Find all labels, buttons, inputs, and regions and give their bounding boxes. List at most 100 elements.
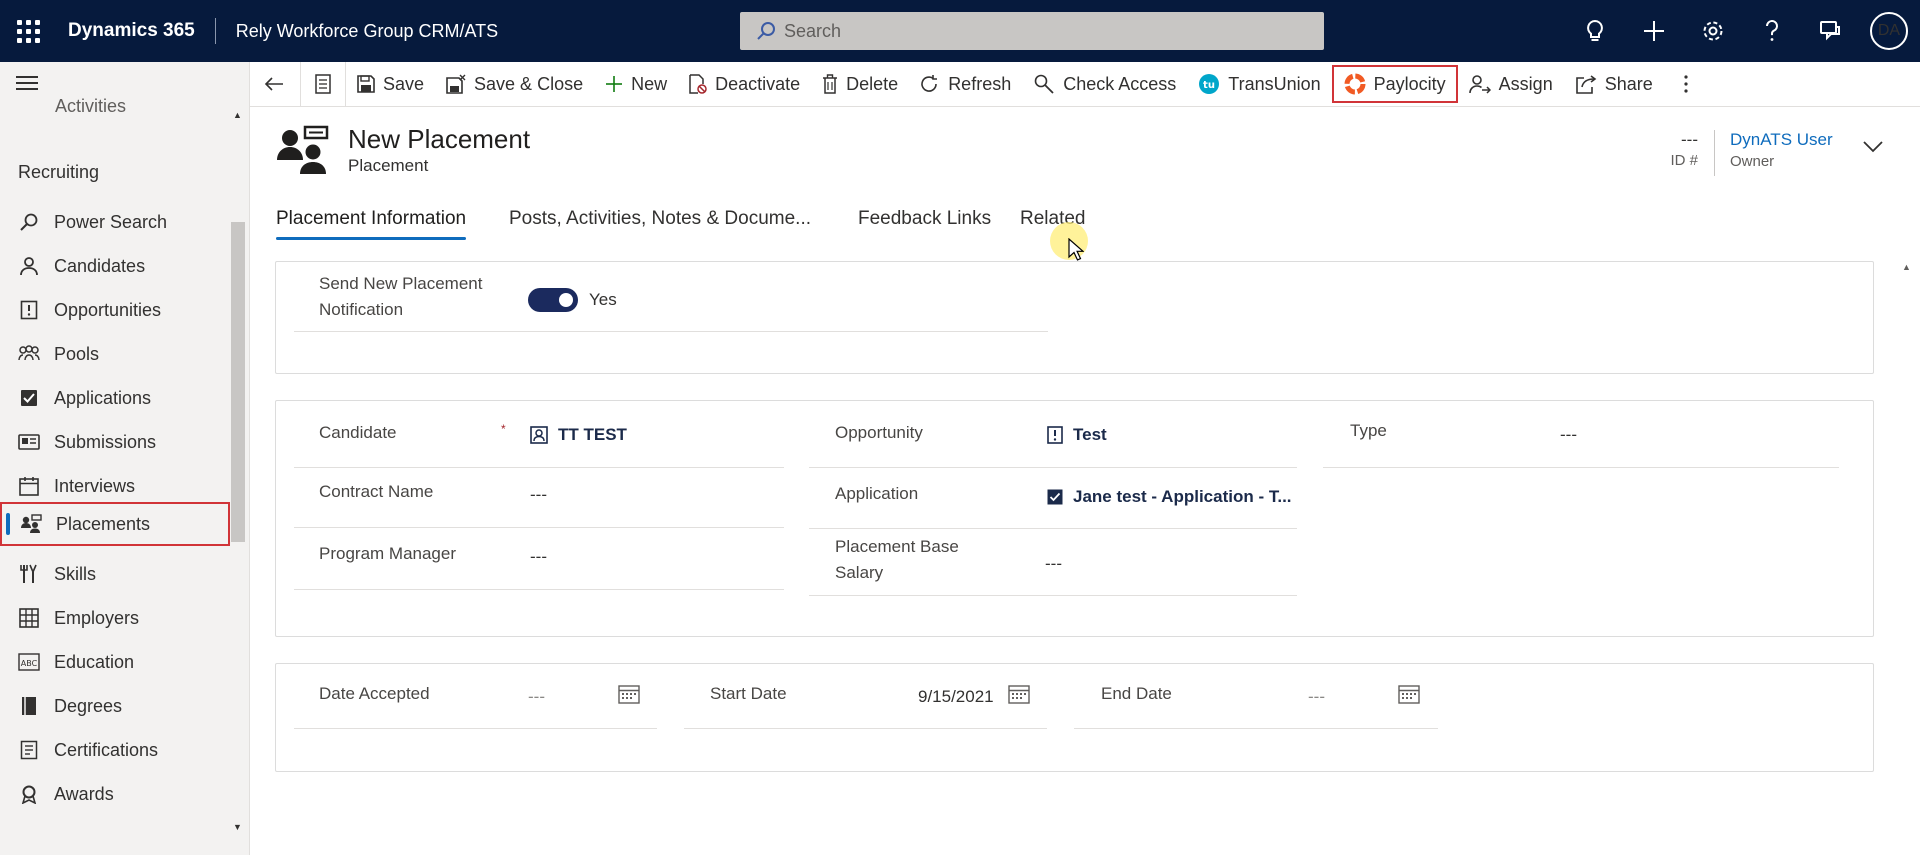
tab-posts-activities-notes[interactable]: Posts, Activities, Notes & Docume...: [509, 208, 811, 240]
sidebar-item-skills[interactable]: Skills: [0, 552, 230, 596]
topbar-divider: [214, 18, 216, 44]
paylocity-label: Paylocity: [1373, 73, 1446, 94]
sidebar-item-candidates[interactable]: Candidates: [0, 244, 230, 288]
new-button[interactable]: New: [594, 62, 678, 107]
save-close-icon: [446, 74, 466, 94]
notify-toggle[interactable]: [528, 288, 578, 312]
scroll-down-icon[interactable]: ▼: [233, 822, 242, 832]
deactivate-button[interactable]: Deactivate: [678, 62, 811, 107]
assign-icon: [1468, 74, 1491, 94]
search-placeholder: Search: [784, 20, 842, 41]
header-id-label: ID #: [1670, 152, 1698, 169]
gear-icon: [1703, 21, 1722, 41]
sidebar-item-degrees[interactable]: Degrees: [0, 684, 230, 728]
hamburger-icon[interactable]: [16, 72, 38, 94]
field-underline: [1323, 467, 1839, 468]
sidebar-item-label: Placements: [56, 513, 151, 534]
transunion-button[interactable]: tu TransUnion: [1187, 62, 1331, 107]
delete-button[interactable]: Delete: [811, 62, 909, 107]
paylocity-button[interactable]: Paylocity: [1331, 65, 1458, 103]
start-date-value[interactable]: 9/15/2021: [918, 687, 994, 707]
candidate-label: Candidate: [319, 423, 397, 442]
sidebar-item-power-search[interactable]: Power Search: [0, 200, 230, 244]
program-manager-value[interactable]: ---: [530, 547, 547, 567]
contract-name-value[interactable]: ---: [530, 485, 547, 505]
contact-card-icon: [530, 426, 548, 444]
sidebar: Activities ▲ Recruiting ▼ Power Search C…: [0, 62, 250, 855]
sidebar-item-submissions[interactable]: Submissions: [0, 420, 230, 464]
back-button[interactable]: [250, 62, 300, 107]
help-button[interactable]: [1742, 0, 1801, 62]
tab-feedback-links[interactable]: Feedback Links: [858, 208, 991, 240]
tab-placement-information[interactable]: Placement Information: [276, 208, 467, 240]
sidebar-item-pools[interactable]: Pools: [0, 332, 230, 376]
salary-value[interactable]: ---: [1045, 554, 1062, 574]
lightbulb-icon: [1586, 19, 1603, 41]
sidebar-item-employers[interactable]: Employers: [0, 596, 230, 640]
refresh-button[interactable]: Refresh: [909, 62, 1022, 107]
field-underline: [809, 467, 1297, 468]
sidebar-item-label: Power Search: [54, 211, 168, 232]
save-close-button[interactable]: Save & Close: [435, 62, 594, 107]
sidebar-item-opportunities[interactable]: Opportunities: [0, 288, 230, 332]
owner-link[interactable]: DynATS User: [1730, 130, 1833, 150]
end-date-value[interactable]: ---: [1308, 687, 1325, 707]
salary-label-line2: Salary: [835, 563, 884, 582]
field-underline: [684, 728, 1047, 729]
delete-label: Delete: [846, 73, 899, 94]
sidebar-item-applications[interactable]: Applications: [0, 376, 230, 420]
scroll-up-icon[interactable]: ▲: [233, 110, 242, 120]
lightbulb-button[interactable]: [1565, 0, 1624, 62]
date-accepted-value[interactable]: ---: [528, 687, 545, 707]
notification-section: [275, 261, 1874, 374]
calendar-icon[interactable]: [618, 684, 640, 704]
environment-name[interactable]: Rely Workforce Group CRM/ATS: [236, 21, 498, 42]
check-access-button[interactable]: Check Access: [1022, 62, 1187, 107]
calendar-icon[interactable]: [1398, 684, 1420, 704]
sidebar-item-certifications[interactable]: Certifications: [0, 728, 230, 772]
share-icon: [1575, 74, 1597, 94]
search-input[interactable]: Search: [740, 12, 1324, 50]
field-underline: [294, 527, 784, 528]
candidate-value: TT TEST: [558, 425, 627, 444]
record-view-button[interactable]: [301, 62, 345, 107]
save-button[interactable]: Save: [346, 62, 435, 107]
chevron-down-icon[interactable]: [1862, 140, 1884, 154]
active-indicator: [6, 513, 10, 535]
type-label: Type: [1350, 421, 1387, 440]
sidebar-item-awards[interactable]: Awards: [0, 772, 230, 816]
sidebar-item-education[interactable]: ABC Education: [0, 640, 230, 684]
assign-label: Assign: [1498, 73, 1553, 94]
assign-button[interactable]: Assign: [1458, 62, 1564, 107]
avatar[interactable]: DA: [1870, 12, 1908, 50]
search-icon: [18, 211, 40, 233]
app-name[interactable]: Dynamics 365: [68, 20, 195, 42]
new-item-button[interactable]: [1624, 0, 1683, 62]
placement-icon: [20, 513, 42, 535]
app-launcher-button[interactable]: [0, 0, 56, 62]
application-lookup[interactable]: Jane test - Application - T...: [1047, 487, 1292, 507]
header-id-value: ---: [1681, 130, 1698, 149]
settings-button[interactable]: [1683, 0, 1742, 62]
opportunity-lookup[interactable]: Test: [1047, 425, 1107, 445]
field-underline: [294, 728, 657, 729]
type-value[interactable]: ---: [1560, 425, 1577, 445]
help-icon: [1765, 20, 1778, 41]
tools-icon: [18, 563, 40, 585]
refresh-label: Refresh: [948, 73, 1012, 94]
sidebar-item-activities[interactable]: Activities: [55, 96, 126, 117]
sidebar-item-label: Employers: [54, 607, 140, 628]
sidebar-item-placements[interactable]: Placements: [0, 502, 230, 546]
share-button[interactable]: Share: [1564, 62, 1664, 107]
scroll-up-icon[interactable]: ▲: [1902, 262, 1911, 272]
award-icon: [18, 783, 40, 805]
sidebar-group-recruiting: Recruiting: [18, 162, 100, 182]
chat-button[interactable]: [1801, 0, 1860, 62]
candidate-lookup[interactable]: TT TEST: [530, 425, 627, 445]
sidebar-item-label: Education: [54, 651, 135, 672]
sidebar-scrollbar[interactable]: [231, 222, 245, 542]
calendar-icon[interactable]: [1008, 684, 1030, 704]
more-commands-button[interactable]: [1664, 62, 1708, 107]
person-icon: [18, 255, 40, 277]
checkbox-icon: [18, 387, 40, 409]
